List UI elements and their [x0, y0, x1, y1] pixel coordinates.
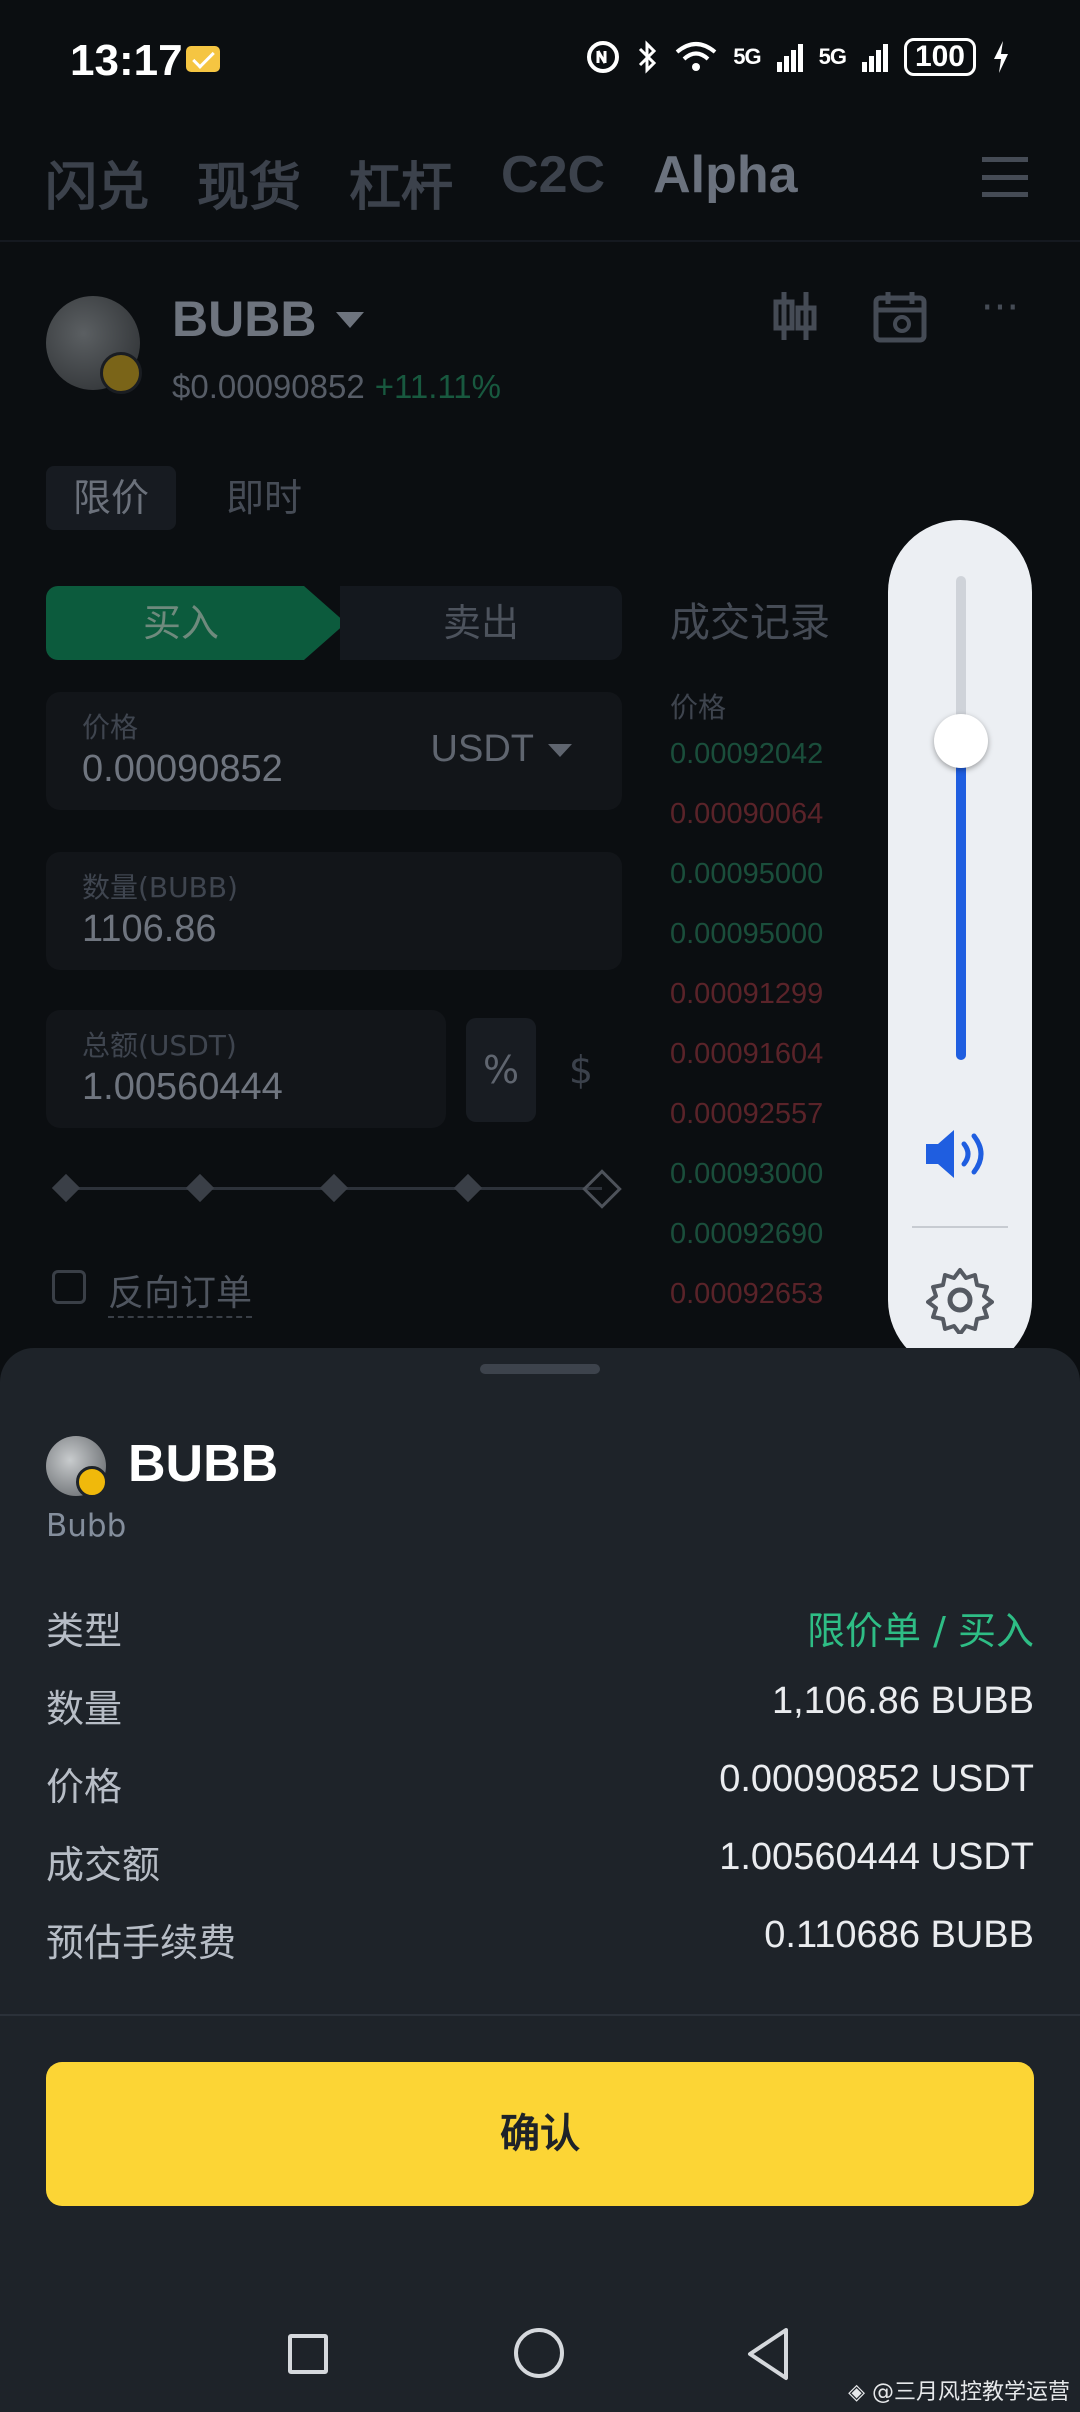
- slider-step-0[interactable]: [51, 1173, 81, 1203]
- sheet-drag-handle[interactable]: [480, 1364, 600, 1374]
- trade-row: 0.00095000: [670, 858, 824, 890]
- home-nav-button[interactable]: [514, 2328, 564, 2378]
- status-icons: 5G 5G 100: [585, 38, 1010, 76]
- volume-level: [956, 740, 966, 1060]
- volume-divider: [912, 1226, 1008, 1228]
- volume-thumb[interactable]: [934, 713, 988, 768]
- signal-bars-2-icon: [861, 44, 888, 72]
- chevron-down-icon[interactable]: [336, 312, 364, 328]
- chain-badge-icon: [76, 1466, 108, 1498]
- trades-price-header: 价格: [670, 691, 727, 724]
- slider-step-25[interactable]: [185, 1173, 215, 1203]
- settings-gear-icon[interactable]: [926, 1266, 994, 1334]
- fee-label: 预估手续费: [46, 1921, 237, 1965]
- calendar-icon[interactable]: [872, 288, 928, 344]
- coin-symbol[interactable]: BUBB: [172, 290, 316, 348]
- signal-2-icon: 5G: [818, 44, 847, 69]
- tab-spot[interactable]: 现货: [197, 145, 301, 220]
- watermark: ◈ @三月风控教学运营: [848, 2380, 1070, 2405]
- reverse-order-checkbox[interactable]: [52, 1270, 86, 1304]
- top-tabs: 闪兑 现货 杠杆 C2C Alpha: [45, 145, 798, 220]
- coin-price-line: $0.00090852 +11.11%: [172, 368, 501, 406]
- battery-icon: 100: [903, 38, 976, 76]
- tab-instant[interactable]: 即时: [226, 466, 302, 530]
- signal-bars-icon: [776, 44, 803, 72]
- currency-select[interactable]: USDT: [431, 728, 572, 771]
- slider-step-75[interactable]: [453, 1173, 483, 1203]
- trade-row: 0.00092557: [670, 1098, 824, 1130]
- speaker-icon[interactable]: [922, 1126, 998, 1182]
- more-options-icon[interactable]: ···: [976, 284, 1024, 332]
- quantity-value: 1,106.86 BUBB: [772, 1680, 1034, 1722]
- buy-toggle[interactable]: 买入: [46, 586, 346, 660]
- trade-row: 0.00090064: [670, 798, 824, 830]
- wifi-icon: [675, 42, 717, 71]
- signal-1-icon: 5G: [733, 44, 761, 69]
- quantity-field[interactable]: 数量(BUBB) 1106.86: [46, 852, 622, 970]
- total-label: 总额(USDT): [82, 1029, 237, 1062]
- nfc-icon: [587, 41, 620, 73]
- slider-step-100[interactable]: [582, 1169, 622, 1209]
- confirm-button[interactable]: 确认: [46, 2062, 1034, 2206]
- slider-step-50[interactable]: [319, 1173, 349, 1203]
- tab-c2c[interactable]: C2C: [501, 145, 605, 220]
- divider: [0, 240, 1080, 242]
- price-label: 价格: [82, 711, 139, 744]
- tab-limit[interactable]: 限价: [46, 466, 176, 530]
- charging-icon: [994, 41, 1008, 73]
- mail-notification-icon: [186, 46, 220, 72]
- trade-row: 0.00092653: [670, 1278, 824, 1310]
- tab-convert[interactable]: 闪兑: [45, 145, 149, 220]
- trade-row: 0.00095000: [670, 918, 824, 950]
- divider: [0, 2014, 1080, 2016]
- total-input[interactable]: 1.00560444: [82, 1066, 283, 1109]
- percent-button[interactable]: %: [466, 1018, 536, 1122]
- bluetooth-icon: [639, 40, 657, 74]
- quantity-label: 数量: [46, 1687, 123, 1731]
- trade-row: 0.00092042: [670, 738, 824, 770]
- order-confirm-sheet: [0, 1348, 1080, 2412]
- amount-label: 成交额: [46, 1843, 161, 1887]
- trade-row: 0.00093000: [670, 1158, 824, 1190]
- trade-row: 0.00091299: [670, 978, 824, 1010]
- tab-alpha[interactable]: Alpha: [653, 145, 797, 220]
- menu-icon[interactable]: [982, 157, 1028, 197]
- trade-row: 0.00092690: [670, 1218, 824, 1250]
- type-label: 类型: [46, 1609, 123, 1653]
- sheet-coin-symbol: BUBB: [128, 1435, 279, 1493]
- usd-button[interactable]: $: [546, 1018, 616, 1122]
- type-value: 限价单 / 买入: [807, 1609, 1034, 1653]
- coin-change: +11.11%: [374, 368, 501, 405]
- tab-margin[interactable]: 杠杆: [349, 145, 453, 220]
- sell-toggle[interactable]: 卖出: [340, 586, 622, 660]
- fee-value: 0.110686 BUBB: [764, 1914, 1034, 1956]
- price-field[interactable]: 价格 0.00090852 USDT: [46, 692, 622, 810]
- quantity-input[interactable]: 1106.86: [82, 908, 217, 951]
- amount-value: 1.00560444 USDT: [719, 1836, 1034, 1878]
- candlestick-chart-icon[interactable]: [770, 288, 820, 344]
- trade-row: 0.00091604: [670, 1038, 824, 1070]
- chain-badge-icon: [100, 352, 142, 394]
- back-nav-button[interactable]: [744, 2326, 792, 2382]
- quantity-label: 数量(BUBB): [82, 871, 238, 904]
- coin-price: $0.00090852: [172, 368, 365, 405]
- reverse-order-label[interactable]: 反向订单: [108, 1264, 253, 1318]
- trades-title[interactable]: 成交记录: [670, 590, 830, 648]
- price-value: 0.00090852 USDT: [719, 1758, 1034, 1800]
- price-label: 价格: [46, 1765, 123, 1809]
- recents-nav-button[interactable]: [288, 2334, 328, 2374]
- price-input[interactable]: 0.00090852: [82, 748, 283, 791]
- total-field[interactable]: 总额(USDT) 1.00560444: [46, 1010, 446, 1128]
- sheet-coin-name: Bubb: [46, 1508, 127, 1544]
- status-time: 13:17: [70, 36, 183, 85]
